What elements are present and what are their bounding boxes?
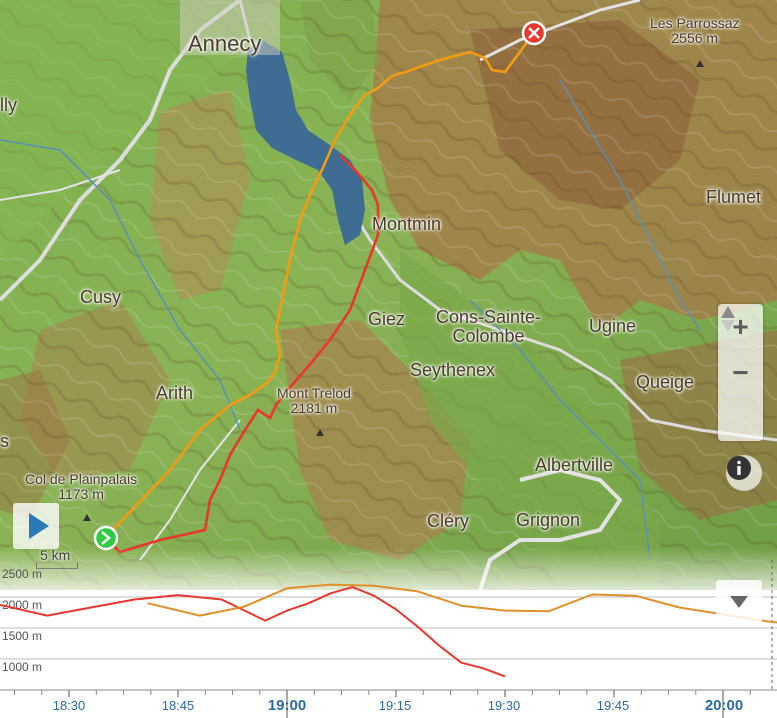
play-icon [29, 513, 49, 539]
x-tick-label: 19:15 [379, 698, 412, 713]
place-label: Cléry [427, 511, 470, 531]
compass-icon [721, 306, 735, 332]
x-tick-label: 19:45 [597, 698, 630, 713]
play-button[interactable] [13, 503, 59, 549]
zoom-out-button[interactable]: − [718, 350, 763, 396]
reset-north-button[interactable] [718, 306, 763, 441]
place-label: Cons-Sainte- Colombe [436, 307, 542, 346]
place-label: Cusy [80, 287, 122, 307]
place-label: Arith [156, 383, 194, 403]
end-marker-icon[interactable] [521, 20, 547, 46]
zoom-control: + − [718, 304, 763, 441]
peak-label: Les Parrossaz 2556 m [650, 16, 739, 45]
start-marker-icon[interactable] [93, 525, 119, 551]
info-icon [727, 456, 751, 480]
place-label: Annecy [188, 31, 262, 56]
x-tick-label: 20:00 [705, 697, 743, 714]
place-label: Queige [636, 372, 695, 392]
y-tick-label: 1500 m [2, 629, 42, 643]
peak-name: Les Parrossaz [650, 15, 740, 31]
peak-elevation: 2556 m [671, 29, 719, 46]
peak-elevation: 1173 m [58, 485, 104, 502]
elevation-chart: 2500 m 2000 m 1500 m 1000 m 18:30 18:45 … [0, 560, 777, 718]
place-label: s [0, 431, 9, 451]
place-label: lly [0, 95, 17, 115]
map-view[interactable]: Annecy lly Les Parrossaz 2556 m Flumet M… [0, 0, 777, 590]
place-label: Montmin [372, 214, 442, 234]
elevation-profile[interactable]: 2500 m 2000 m 1500 m 1000 m 18:30 18:45 … [0, 560, 777, 718]
peak-label: Col de Plainpalais 1173 m [25, 472, 137, 501]
y-tick-label: 2500 m [2, 567, 42, 581]
place-label: Giez [368, 309, 406, 329]
chevron-down-icon [730, 596, 748, 608]
place-label: Seythenex [410, 360, 496, 380]
series-layer [0, 583, 777, 678]
x-tick-label: 19:00 [268, 697, 306, 714]
x-tick-label: 19:30 [488, 698, 521, 713]
elevation-series-0 [0, 586, 506, 678]
place-label: Ugine [589, 316, 637, 336]
peak-label: Mont Trelod 2181 m [277, 386, 351, 415]
x-tick-label: 18:45 [162, 698, 195, 713]
x-tick-label: 18:30 [53, 698, 86, 713]
info-button[interactable] [726, 455, 762, 491]
collapse-profile-button[interactable] [716, 580, 762, 624]
place-label: Albertville [535, 455, 614, 475]
elevation-series-1 [147, 583, 777, 624]
peak-elevation: 2181 m [290, 399, 338, 416]
place-label: Flumet [706, 187, 762, 207]
y-tick-label: 1000 m [2, 660, 42, 674]
peak-name: Mont Trelod [277, 385, 351, 401]
place-label: Grignon [516, 510, 581, 530]
peak-name: Col de Plainpalais [25, 471, 138, 487]
